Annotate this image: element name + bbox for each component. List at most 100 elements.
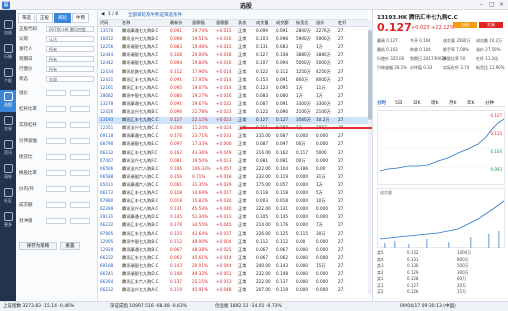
trade-button[interactable]: 交易 xyxy=(479,22,503,28)
table-row[interactable]: 12929 腾讯摩通七九购B.C 0.067 48.38% +0.025 正常 0.067 0… xyxy=(98,247,368,254)
column-header[interactable]: 成交量 xyxy=(256,20,269,26)
table-row[interactable]: 66264 腾讯汇丰六八购C.C 0.137 25.15% +0.013 正常 222.00… xyxy=(98,279,368,286)
range-max-input[interactable] xyxy=(70,90,90,96)
table-row[interactable]: 66241 腾讯瑞银七九购D.C 0.148 49.32% +0.051 正常 232.00… xyxy=(98,271,368,278)
filter-tab-3[interactable]: 牛熊 xyxy=(72,13,89,23)
range-min-input[interactable] xyxy=(46,186,66,192)
chart-tab-0[interactable]: 分时 xyxy=(377,100,386,106)
column-header[interactable]: 代码 xyxy=(100,20,108,26)
range-min-input[interactable] xyxy=(46,170,66,176)
filter-select[interactable]: 00700.HK 腾讯控股 xyxy=(46,26,94,32)
maximize-icon[interactable]: □ xyxy=(489,1,495,8)
nav-item-6[interactable]: 涡轮 xyxy=(0,162,16,184)
chart-tab-4[interactable]: 月K xyxy=(449,100,456,106)
nav-item-7[interactable]: 社区 xyxy=(0,186,16,208)
range-max-input[interactable] xyxy=(70,170,90,176)
table-row[interactable]: 12444 腾讯瑞银七九购A.C 0.108 20.00% +0.018 正常 0.127 0… xyxy=(98,52,368,59)
filter-select[interactable]: 所有 xyxy=(46,56,94,62)
chart-tab-1[interactable]: 5日 xyxy=(395,100,402,106)
chart-tab-2[interactable]: 日K xyxy=(413,100,420,106)
table-row[interactable]: 66172 腾讯汇丰七九购A.C 0.128 14.69% +0.017 正常 0.118 0… xyxy=(98,190,368,197)
nav-item-3[interactable]: 选股 xyxy=(0,90,16,112)
table-row[interactable]: 28082 腾讯中银七九购A.C 0.080 19.27% +0.016 正常 0.083 0… xyxy=(98,93,368,100)
column-header[interactable]: 最新价 xyxy=(170,20,183,26)
range-min-input[interactable] xyxy=(46,154,66,160)
range-max-input[interactable] xyxy=(70,186,90,192)
table-row[interactable]: 68790 腾讯瑞银七九购E.C 0.097 17.33% +0.000 正常 0.087 0… xyxy=(98,141,368,148)
nav-item-2[interactable]: 个股 xyxy=(0,66,16,88)
back-icon[interactable]: ◀ xyxy=(101,12,104,17)
filter-tab-0[interactable]: 筛选 xyxy=(18,13,35,23)
table-row[interactable]: 13193 腾讯汇丰七九购C.C 0.127 22.12% +0.023 正常 0.127 0… xyxy=(98,117,368,124)
column-header[interactable]: 溢价 xyxy=(316,20,324,26)
chart-tab-5[interactable]: 年K xyxy=(467,100,474,106)
range-max-input[interactable] xyxy=(70,138,90,144)
range-max-input[interactable] xyxy=(70,154,90,160)
close-icon[interactable]: × xyxy=(499,1,504,8)
nav-item-4[interactable]: 交易 xyxy=(0,114,16,136)
column-header[interactable]: 名称 xyxy=(122,20,130,26)
range-max-input[interactable] xyxy=(70,106,90,112)
save-strategy-button[interactable]: 保存为策略 xyxy=(19,242,57,250)
table-row[interactable]: 66588 腾讯瑞银六八购C.C 0.156 9.71% +0.018 正常 232.00 0… xyxy=(98,174,368,181)
table-row[interactable]: 66232 腾讯汇丰七九购C.C 0.062 45.61% +0.014 正常 0.067 0… xyxy=(98,255,368,262)
table-cell: 17.33% xyxy=(192,141,208,147)
table-row[interactable]: 66232 腾讯汇丰七九购F.C 0.162 43.36% +0.049 正常 216.00… xyxy=(98,150,368,157)
range-min-input[interactable] xyxy=(46,138,66,144)
filter-select[interactable]: 全部 xyxy=(46,76,94,82)
nav-item-5[interactable]: 资讯 xyxy=(0,138,16,160)
table-row[interactable]: 69168 腾讯瑞银七九购C.C 0.143 20.01% +0.044 正常 240.00… xyxy=(98,263,368,270)
range-min-input[interactable] xyxy=(46,202,66,208)
table-row[interactable]: 66232 腾讯法兴七九购A.C 0.119 45.91% +0.048 正常 207.00… xyxy=(98,287,368,294)
table-row[interactable]: 12161 腾讯汇丰七八购A.C 0.095 19.07% +0.014 正常 0.123 0… xyxy=(98,85,368,92)
column-header[interactable]: 状态 xyxy=(238,20,246,26)
chart-tab-3[interactable]: 周K xyxy=(431,100,438,106)
range-min-input[interactable] xyxy=(46,218,66,224)
nav-item-8[interactable]: 更多 xyxy=(0,210,16,232)
table-row[interactable]: 12434 腾讯花旗七九购A.C 0.112 17.96% +0.014 正常 0.122 0… xyxy=(98,69,368,76)
filter-select[interactable]: 所有 xyxy=(46,66,94,72)
watchlist-button[interactable]: 自选 xyxy=(453,22,477,28)
table-row[interactable]: 67880 腾讯汇丰七九购B.C 0.018 15.82% +0.030 正常 0.003 0… xyxy=(98,198,368,205)
table-cell: 30万 xyxy=(316,230,326,236)
range-min-input[interactable] xyxy=(46,106,66,112)
range-max-input[interactable] xyxy=(70,218,90,224)
reset-button[interactable]: 重置 xyxy=(60,242,80,250)
column-header[interactable]: 街货比 xyxy=(296,20,309,26)
table-row[interactable]: 66506 腾讯法兴六八购B.C 0.106 106.33% +0.057 正常 222.0… xyxy=(98,166,368,173)
table-cell: 1万 xyxy=(296,44,303,50)
column-header[interactable]: 杠杆 xyxy=(338,20,346,26)
filter-select[interactable]: 认沽 xyxy=(46,36,94,42)
column-header[interactable]: 涨跌幅 xyxy=(192,20,205,26)
filter-select[interactable]: 所有 xyxy=(46,46,94,52)
nav-item-1[interactable]: 行情 xyxy=(0,42,16,64)
column-header[interactable]: 成交额 xyxy=(276,20,289,26)
table-row[interactable]: 12431 腾讯汇丰七九购A.C 0.091 17.95% +0.014 正常 0.153 0… xyxy=(98,77,368,84)
table-row[interactable]: 12442 腾讯瑞银七九购A.C 0.094 19.84% +0.016 正常 0.107 0… xyxy=(98,60,368,67)
filter-tab-1[interactable]: 正股 xyxy=(36,13,53,23)
filter-tab-2[interactable]: 窝轮 xyxy=(54,13,71,23)
column-header[interactable]: 涨跌额 xyxy=(216,20,229,26)
range-max-input[interactable] xyxy=(70,202,90,208)
table-row[interactable]: 12905 腾讯中银七九购B.C 0.112 48.90% +0.004 正常 0.112 0… xyxy=(98,239,368,246)
range-min-input[interactable] xyxy=(46,90,66,96)
table-row[interactable]: 13570 腾讯摩通七九购B.C 0.091 19.74% +0.015 正常 0.099 0… xyxy=(98,28,368,35)
table-cell: 正常 xyxy=(238,157,247,163)
table-row[interactable]: 67407 腾讯法兴七九购F.C 0.081 19.50% +0.013 正常 0.081 0… xyxy=(98,158,368,165)
minimize-icon[interactable]: – xyxy=(480,1,483,8)
table-row[interactable]: 69118 腾讯摩通七九购C.C 0.176 23.71% +0.033 正常 235.00… xyxy=(98,133,368,140)
table-row[interactable]: 12426 腾讯法兴七九购B.C 0.096 22.78% +0.023 正常 0.122 0… xyxy=(98,109,368,116)
table-cell: 0.162 xyxy=(170,149,182,155)
table-row[interactable]: 67805 腾讯汇丰七九购A.C 0.125 42.64% +0.037 正常 226.00… xyxy=(98,231,368,238)
table-row[interactable]: 66232 腾讯汇丰七八购B.C 0.176 34.55% +0.045 正常 214.00… xyxy=(98,222,368,229)
table-row[interactable]: 29131 腾讯摩通七九购D.C 0.145 51.34% +0.013 正常 0.105 0… xyxy=(98,214,368,221)
table-row[interactable]: 65011 腾讯摩通六八购C.C 0.081 31.35% +0.029 正常 175.00… xyxy=(98,182,368,189)
nav-item-0[interactable]: 自选 xyxy=(0,18,16,40)
table-row[interactable]: 13278 腾讯摩通七九购A.C 0.091 19.67% +0.022 正常 0.087 0… xyxy=(98,101,368,108)
table-row[interactable]: 62289 腾讯法兴七八购A.C 0.131 45.59% +0.040 正常 222.00… xyxy=(98,206,368,213)
range-max-input[interactable] xyxy=(70,122,90,128)
range-min-input[interactable] xyxy=(46,122,66,128)
chart-tab-6[interactable]: 分钟 xyxy=(485,100,494,106)
table-row[interactable]: 12256 腾讯瑞银七九购A.C 0.083 19.48% +0.015 正常 0.131 0… xyxy=(98,44,368,51)
table-row[interactable]: 16012 腾讯法兴七九购B.C 0.098 19.51% +0.016 正常 0.103 0… xyxy=(98,36,368,43)
